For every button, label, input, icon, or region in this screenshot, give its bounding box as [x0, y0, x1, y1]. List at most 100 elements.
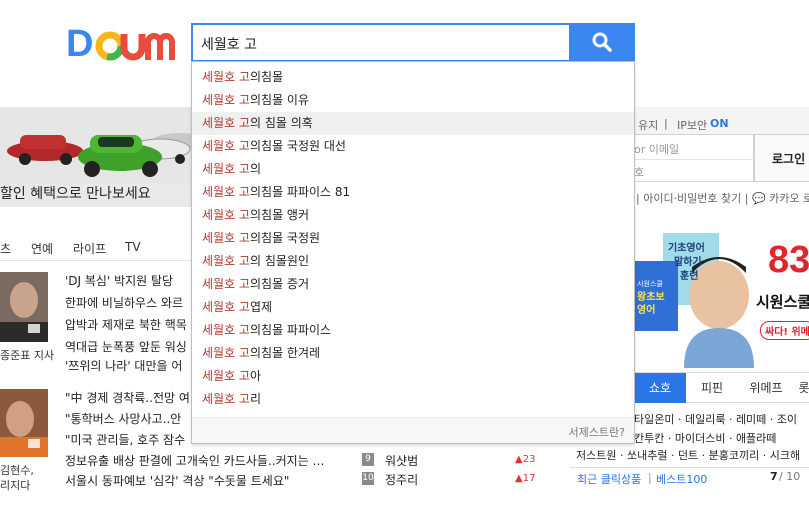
news-headline[interactable]: 'DJ 복심' 박지원 탈당 — [65, 272, 173, 289]
suggestion-item[interactable]: 세월호 고의침몰 한겨레 — [192, 342, 634, 365]
shop-links[interactable]: 저스트원 · 쏘내추럴 · 던트 · 분홍코끼리 · 시크해 — [576, 447, 800, 463]
suggestion-item[interactable]: 세월호 고의침몰 — [192, 66, 634, 89]
suggestion-item[interactable]: 세월호 고아 — [192, 365, 634, 388]
search-input[interactable] — [201, 33, 561, 55]
login-button[interactable]: 로그인 — [754, 134, 809, 182]
ip-security-label[interactable]: IP보안 — [677, 117, 707, 133]
svg-text:D: D — [66, 24, 93, 64]
suggest-help-link[interactable]: 서제스트란? — [569, 424, 625, 440]
news-caption[interactable]: 김현수, — [0, 462, 34, 478]
news-headline[interactable]: 한파에 비닐하우스 와르 — [65, 294, 183, 311]
tab-wemakeprice[interactable]: 위메프 — [738, 373, 794, 403]
autocomplete-dropdown: 세월호 고의침몰 세월호 고의침몰 이유 세월호 고의 침몰 의혹 세월호 고의침몰 … — [191, 61, 635, 444]
news-headline[interactable]: "통학버스 사망사고..안 — [65, 410, 181, 427]
suggestion-match: 세월호 고 — [202, 254, 250, 268]
suggestion-item[interactable]: 세월호 고의침몰 국정원 대선 — [192, 135, 634, 158]
search-box[interactable] — [191, 23, 571, 62]
car-image — [0, 107, 208, 183]
daum-logo[interactable]: D — [66, 24, 178, 64]
suggestion-rest: 의침몰 국정원 대선 — [249, 139, 346, 153]
suggestion-rest: 의침몰 이유 — [249, 93, 309, 107]
news-thumbnail[interactable] — [0, 272, 48, 342]
news-headline[interactable]: "미국 관리들, 호주 잠수 — [65, 431, 185, 448]
nav-divider — [0, 260, 191, 261]
field-divider — [634, 159, 754, 160]
keep-login-label[interactable]: 유지 — [638, 117, 658, 133]
suggestion-match: 세월호 고 — [202, 392, 250, 406]
rank-item[interactable]: 정주리 — [385, 471, 418, 488]
book-title: 왕초보 영어 — [637, 292, 665, 316]
ad-cta[interactable]: 싸다! 위메 — [760, 321, 809, 340]
ad-title: 시원스쿨 — [756, 293, 809, 311]
suggestion-match: 세월호 고 — [202, 277, 250, 291]
news-headline[interactable]: 역대급 눈폭풍 앞둔 워싱 — [65, 338, 187, 355]
suggestion-rest: 리 — [249, 392, 262, 406]
find-account-links[interactable]: | 아이디·비밀번호 찾기 | 💬 카카오 로 — [636, 190, 809, 206]
suggestion-item[interactable]: 세월호 고리 — [192, 388, 634, 411]
banner-text[interactable]: 할인 혜택으로 만나보세요 — [0, 183, 191, 207]
suggestion-item[interactable]: 세월호 고의침몰 이유 — [192, 89, 634, 112]
news-headline[interactable]: '쯔위의 나라' 대만을 어 — [65, 357, 182, 374]
suggestion-item[interactable]: 세월호 고의침몰 파파이스 — [192, 319, 634, 342]
suggestion-item[interactable]: 세월호 고엽제 — [192, 296, 634, 319]
suggestion-match: 세월호 고 — [202, 116, 250, 130]
suggestion-match: 세월호 고 — [202, 139, 250, 153]
tab-lotte[interactable]: 롯 — [794, 373, 809, 403]
news-headline[interactable]: 서울시 동파예보 '심각' 격상 "수돗물 트세요" — [65, 472, 289, 489]
shop-bottom-bar: 최근 클릭상품 | 베스트100 7 / 10 — [570, 467, 809, 489]
rank-item[interactable]: 워샷범 — [385, 452, 418, 469]
news-thumbnail[interactable] — [0, 389, 48, 457]
suggestion-item[interactable]: 세월호 고의 — [192, 158, 634, 181]
nav-item-tv[interactable]: TV — [125, 240, 141, 254]
login-input-box[interactable]: or 이메일 호 — [634, 134, 754, 182]
rank-number: 10 — [362, 472, 374, 485]
news-caption[interactable]: 리지다 — [0, 477, 30, 493]
password-field[interactable]: 호 — [634, 164, 644, 180]
search-button[interactable] — [569, 23, 635, 62]
book-text: 말하기 — [674, 257, 702, 268]
suggestion-rest: 의 침몰 의혹 — [249, 116, 313, 130]
news-headline[interactable]: "中 경제 경착륙..전망 여 — [65, 389, 190, 406]
suggestion-item[interactable]: 세월호 고의 침몰원인 — [192, 250, 634, 273]
suggestion-match: 세월호 고 — [202, 93, 250, 107]
news-headline[interactable]: 정보유출 배상 판결에 고개숙인 카드사들..커지는 … — [65, 452, 325, 469]
divider — [570, 467, 809, 468]
suggestion-item[interactable]: 세월호 고의침몰 앵커 — [192, 204, 634, 227]
suggestion-item[interactable]: 세월호 고의침몰 파파이스 81 — [192, 181, 634, 204]
email-field[interactable]: or 이메일 — [634, 141, 679, 157]
shop-links[interactable]: 타일온미 · 데일리룩 · 레미떼 · 조이 — [634, 411, 797, 427]
book-text: 기초영어 — [668, 243, 705, 254]
best100-link[interactable]: 베스트100 — [656, 471, 707, 487]
news-headline[interactable]: 압박과 제재로 북한 핵목 — [65, 316, 187, 333]
rank-number: 9 — [362, 453, 374, 466]
news-caption[interactable]: 종준표 지사 — [0, 347, 54, 363]
shopping-tabs: 쇼호 피핀 위메프 롯 — [634, 372, 809, 403]
suggestion-rest: 의침몰 파파이스 — [249, 323, 332, 337]
nav-item-entertainment[interactable]: 연예 — [31, 240, 53, 257]
page-current: 7 — [770, 470, 778, 483]
category-nav: 츠 연예 라이프 TV — [0, 236, 191, 258]
suggestion-match: 세월호 고 — [202, 231, 250, 245]
tab-pipin[interactable]: 피핀 — [686, 373, 738, 403]
suggestion-rest: 의침몰 앵커 — [249, 208, 309, 222]
rank-change: ▲17 — [515, 473, 536, 484]
dropdown-footer: 서제스트란? — [192, 417, 634, 443]
recent-clicked-link[interactable]: 최근 클릭상품 — [577, 471, 641, 487]
suggestion-rest: 의침몰 — [249, 70, 284, 84]
suggestion-match: 세월호 고 — [202, 369, 250, 383]
ip-security-status[interactable]: ON — [710, 117, 729, 130]
suggestion-item[interactable]: 세월호 고의침몰 국정원 — [192, 227, 634, 250]
nav-item-life[interactable]: 라이프 — [73, 240, 106, 257]
tab-shoho[interactable]: 쇼호 — [634, 373, 686, 403]
divider: | — [664, 117, 668, 130]
siwon-school-ad[interactable]: 기초영어 말하기 훈련 시원스쿨 왕초보 영어 83 시원스쿨 싸다! 위메 — [634, 225, 809, 368]
suggestion-item[interactable]: 세월호 고의침몰 증거 — [192, 273, 634, 296]
shop-links[interactable]: 칸투칸 · 마이더스비 · 애플라떼 — [634, 430, 776, 446]
nav-item-sports[interactable]: 츠 — [0, 240, 11, 257]
suggestion-item[interactable]: 세월호 고의 침몰 의혹 — [192, 112, 634, 135]
ad-big-number: 83 — [768, 239, 809, 281]
suggestion-match: 세월호 고 — [202, 346, 250, 360]
suggestion-match: 세월호 고 — [202, 323, 250, 337]
suggestion-match: 세월호 고 — [202, 300, 250, 314]
book-small: 시원스쿨 — [637, 280, 663, 288]
